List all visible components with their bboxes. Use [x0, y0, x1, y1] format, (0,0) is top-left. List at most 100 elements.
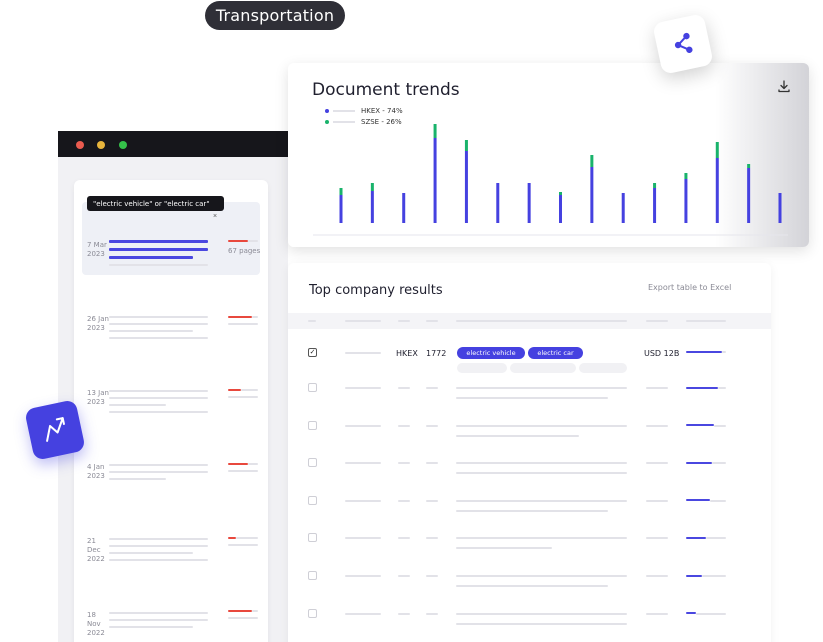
relevance-bar	[228, 610, 252, 612]
page-count: 67 pages	[228, 247, 261, 255]
company-name	[345, 537, 381, 540]
score-bar	[686, 574, 702, 577]
maximize-window-button[interactable]	[119, 141, 127, 149]
bar-szse-13[interactable]	[747, 164, 751, 168]
category-tag[interactable]: Transportation	[205, 1, 345, 30]
keyword-chip-placeholder	[510, 363, 576, 373]
column-header	[398, 320, 410, 322]
row-checkbox[interactable]	[308, 533, 317, 543]
keyword-line	[456, 509, 608, 512]
market-cap-cell	[646, 575, 668, 577]
bar-hkex-3[interactable]	[433, 138, 437, 223]
text-highlight	[109, 256, 193, 259]
keyword-line	[456, 424, 627, 427]
share-icon[interactable]	[652, 13, 714, 75]
bar-hkex-4[interactable]	[464, 151, 468, 223]
keyword-chip-placeholder	[579, 363, 627, 373]
bar-szse-0[interactable]	[339, 188, 343, 195]
company-name	[345, 612, 381, 615]
row-checkbox[interactable]: ✓	[308, 348, 317, 357]
score-bar-track	[696, 612, 726, 615]
market-cap-cell: USD 12B	[644, 349, 680, 358]
bar-hkex-14[interactable]	[778, 193, 782, 223]
score-bar-track	[722, 351, 726, 353]
close-window-button[interactable]	[76, 141, 84, 149]
text-line	[109, 464, 208, 466]
score-bar	[686, 386, 718, 389]
bar-hkex-13[interactable]	[747, 168, 751, 223]
bar-hkex-9[interactable]	[621, 193, 625, 223]
stock-code-cell: 1772	[426, 349, 447, 358]
bar-hkex-6[interactable]	[527, 183, 531, 223]
exchange-cell	[398, 424, 410, 427]
bar-szse-4[interactable]	[464, 140, 468, 151]
clear-search-icon[interactable]: ×	[213, 213, 217, 220]
bar-hkex-2[interactable]	[402, 193, 406, 223]
market-cap-cell	[646, 387, 668, 389]
score-bar	[686, 499, 710, 502]
row-checkbox[interactable]	[308, 420, 317, 430]
bar-hkex-12[interactable]	[715, 158, 719, 223]
trend-up-icon	[24, 399, 86, 461]
bar-hkex-0[interactable]	[339, 195, 343, 223]
bar-hkex-8[interactable]	[590, 167, 594, 223]
bar-szse-7[interactable]	[559, 192, 562, 195]
text-line	[228, 470, 258, 472]
score-bar-track	[710, 499, 726, 502]
keyword-chip[interactable]: electric car	[528, 347, 583, 359]
text-line	[109, 545, 208, 547]
market-cap-cell	[646, 424, 668, 427]
relevance-bar-track	[248, 463, 258, 465]
search-query-chip[interactable]: "electric vehicle" or "electric car"	[87, 196, 224, 211]
row-checkbox[interactable]	[308, 571, 317, 580]
bar-hkex-7[interactable]	[559, 195, 562, 223]
bar-hkex-10[interactable]	[653, 188, 657, 223]
score-bar	[686, 461, 712, 464]
relevance-bar	[228, 389, 241, 391]
text-line	[109, 330, 193, 332]
exchange-cell	[398, 537, 410, 540]
results-title: Top company results	[309, 283, 443, 298]
bar-szse-8[interactable]	[590, 155, 594, 167]
text-highlight	[109, 240, 208, 243]
minimize-window-button[interactable]	[97, 141, 105, 149]
relevance-bar	[228, 463, 248, 465]
row-checkbox[interactable]	[308, 608, 317, 618]
bar-hkex-5[interactable]	[496, 183, 500, 223]
score-bar-track	[714, 424, 726, 427]
bar-szse-11[interactable]	[684, 173, 688, 179]
stock-code-cell	[426, 612, 438, 615]
keyword-chip[interactable]: electric vehicle	[457, 347, 525, 359]
exchange-cell	[398, 462, 410, 465]
keyword-line	[456, 575, 627, 577]
stock-code-cell	[426, 537, 438, 540]
text-line	[228, 617, 258, 619]
text-line	[109, 478, 166, 480]
keyword-line	[456, 499, 627, 502]
bar-hkex-1[interactable]	[370, 191, 374, 223]
text-line	[109, 626, 193, 628]
score-bar-track	[702, 575, 726, 577]
keyword-chip-placeholder	[457, 363, 507, 373]
bar-hkex-11[interactable]	[684, 179, 688, 223]
keyword-line	[456, 612, 627, 615]
market-cap-cell	[646, 499, 668, 502]
bar-szse-3[interactable]	[433, 124, 437, 138]
export-excel-link[interactable]: Export table to Excel	[648, 283, 731, 292]
column-header	[646, 320, 668, 322]
row-checkbox[interactable]	[308, 383, 317, 392]
bar-szse-12[interactable]	[715, 142, 719, 158]
score-bar-track	[706, 537, 726, 540]
table-header	[288, 313, 771, 329]
row-checkbox[interactable]	[308, 458, 317, 468]
text-line	[109, 559, 208, 561]
row-checkbox[interactable]	[308, 495, 317, 505]
document-date: 21 Dec 2022	[87, 537, 105, 563]
bar-szse-1[interactable]	[370, 183, 374, 191]
score-bar	[686, 424, 714, 427]
text-line	[109, 552, 193, 554]
bar-szse-10[interactable]	[653, 183, 657, 188]
relevance-bar-track	[248, 240, 258, 242]
exchange-cell	[398, 499, 410, 502]
column-header	[456, 320, 627, 322]
